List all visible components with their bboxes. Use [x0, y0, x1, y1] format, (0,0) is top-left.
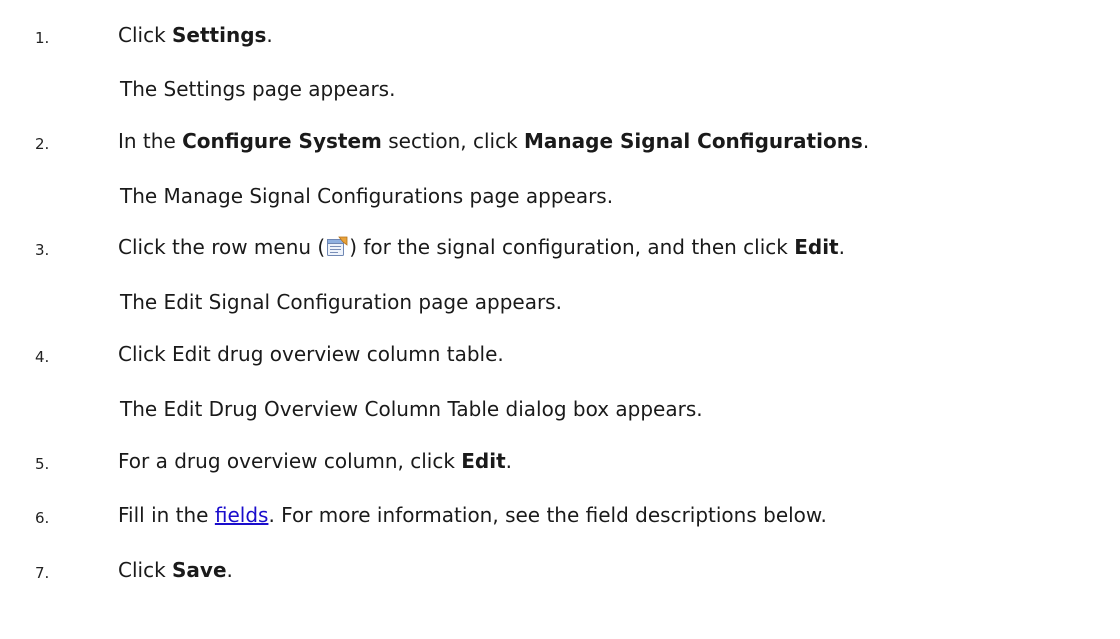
configure-system-term: Configure System — [182, 129, 382, 153]
settings-term: Settings — [172, 23, 267, 47]
step-7-instruction: Click Save. — [118, 558, 233, 582]
step-1-result: The Settings page appears. — [120, 77, 396, 101]
step-number: 2. — [35, 135, 50, 153]
step-5-instruction: For a drug overview column, click Edit. — [118, 449, 513, 473]
step-4-result: The Edit Drug Overview Column Table dial… — [120, 397, 703, 421]
step-number: 5. — [35, 455, 50, 473]
step-number: 6. — [35, 509, 50, 527]
step-number: 7. — [35, 564, 50, 582]
save-term: Save — [172, 558, 227, 582]
step-1-instruction: Click Settings. — [118, 23, 273, 47]
row-menu-icon — [327, 236, 348, 256]
step-2-result: The Manage Signal Configurations page ap… — [120, 184, 614, 208]
step-4-instruction: Click Edit drug overview column table. — [118, 342, 504, 366]
edit-term: Edit — [794, 235, 839, 259]
edit-term: Edit — [461, 449, 506, 473]
step-number: 1. — [35, 29, 50, 47]
manage-signal-configurations-term: Manage Signal Configurations — [524, 129, 863, 153]
step-number: 3. — [35, 241, 50, 259]
step-number: 4. — [35, 348, 50, 366]
step-3-instruction: Click the row menu ( ) for the signal co… — [118, 235, 845, 259]
procedure-steps: 1. Click Settings. The Settings page app… — [0, 0, 1120, 639]
step-2-instruction: In the Configure System section, click M… — [118, 129, 870, 153]
fields-link[interactable]: fields — [215, 503, 269, 527]
step-6-instruction: Fill in the fields. For more information… — [118, 503, 827, 527]
step-3-result: The Edit Signal Configuration page appea… — [120, 290, 562, 314]
